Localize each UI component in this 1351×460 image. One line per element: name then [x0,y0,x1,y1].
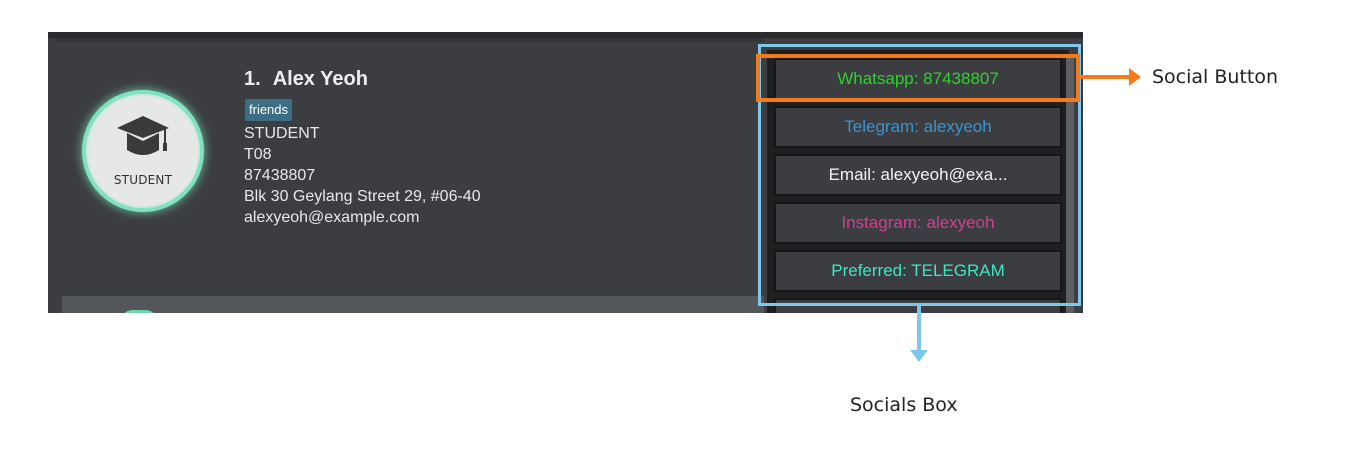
person-index: 1. [244,68,261,90]
socials-box-callout: Socials Box [850,394,958,416]
next-avatar [122,310,156,313]
graduation-cap-icon [117,116,169,155]
social-button-callout: Social Button [1152,66,1279,88]
avatar: STUDENT [82,90,204,212]
social-button-highlight [756,54,1080,102]
person-phone: 87438807 [244,167,316,184]
tag-badge: friends [245,99,293,121]
person-card[interactable]: STUDENT 1. Alex Yeoh friends STUDENT T08… [62,54,762,294]
socials-box-arrow-head [910,350,928,362]
socials-box-arrow [917,306,921,354]
person-address: Blk 30 Geylang Street 29, #06-40 [244,188,481,205]
person-role: STUDENT [244,125,320,142]
person-name-row: 1. Alex Yeoh [244,68,368,91]
person-email: alexyeoh@example.com [244,209,420,226]
next-person-card[interactable] [62,296,764,313]
list-top-shade [54,38,764,42]
person-name: Alex Yeoh [272,68,368,90]
avatar-label: STUDENT [113,173,173,187]
person-group: T08 [244,146,272,163]
social-button-arrow-head [1129,68,1141,86]
social-button-arrow [1080,75,1135,79]
